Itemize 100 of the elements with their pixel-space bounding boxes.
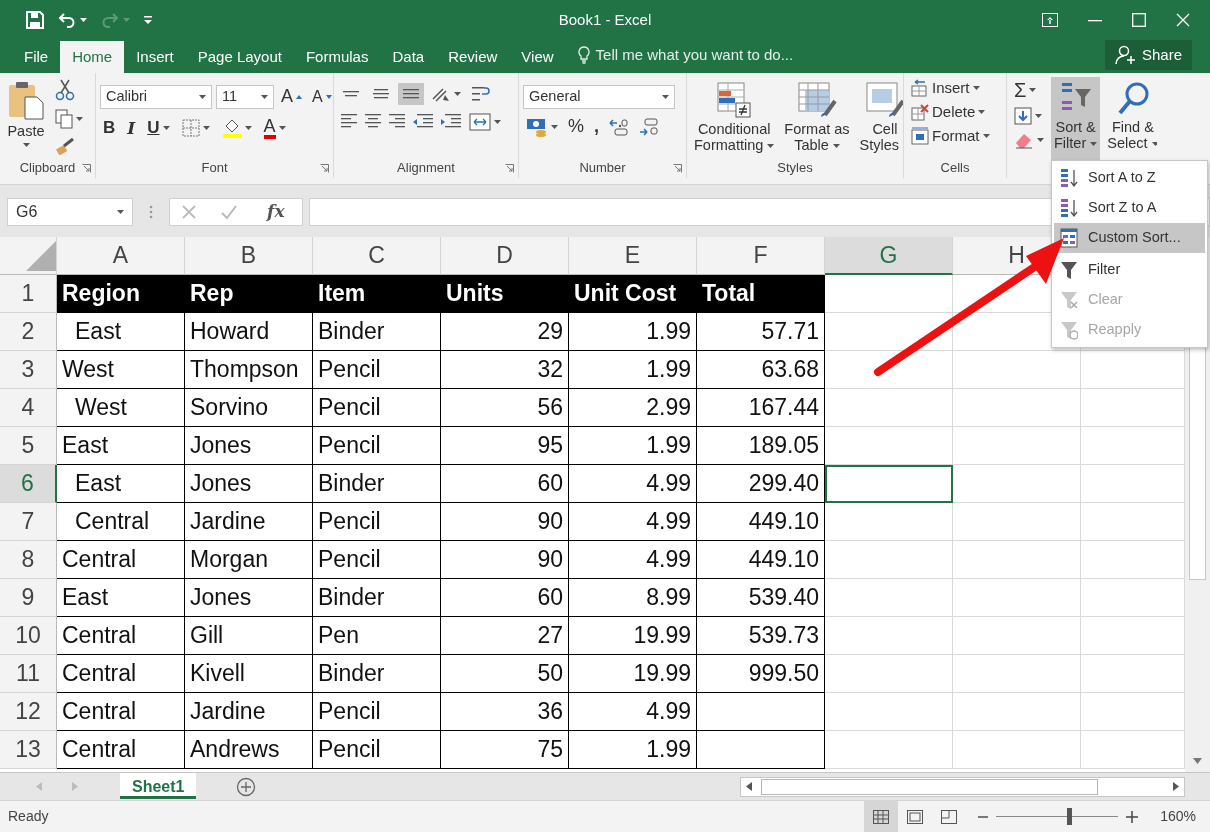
caret-icon[interactable] <box>278 126 286 130</box>
paste-button[interactable]: Paste <box>4 77 48 158</box>
column-header[interactable]: G <box>825 237 953 275</box>
active-cell[interactable] <box>825 465 953 503</box>
row-header[interactable]: 6 <box>0 465 57 503</box>
caret-icon[interactable] <box>76 117 83 121</box>
caret-icon[interactable] <box>551 125 558 129</box>
dialog-launcher-icon[interactable] <box>82 163 91 173</box>
ribbon-tab[interactable]: Insert <box>124 40 186 73</box>
ribbon-tab[interactable]: Formulas <box>293 40 381 73</box>
caret-icon[interactable] <box>832 144 840 149</box>
dialog-launcher-icon[interactable] <box>320 163 329 173</box>
caret-icon[interactable] <box>1151 142 1157 147</box>
ribbon-tab[interactable]: Page Layout <box>185 40 294 73</box>
caret-icon[interactable] <box>22 142 30 147</box>
dialog-launcher-icon[interactable] <box>505 163 514 173</box>
font-color-button[interactable]: A <box>260 115 289 141</box>
caret-icon[interactable] <box>1090 142 1098 147</box>
normal-view-button[interactable] <box>864 801 899 832</box>
conditional-formatting-button[interactable]: Conditional Formatting <box>691 77 778 158</box>
caret-icon[interactable] <box>199 95 206 99</box>
insert-function-button[interactable]: fx <box>261 197 291 226</box>
caret-icon[interactable] <box>1029 88 1037 92</box>
row-header[interactable]: 13 <box>0 731 57 769</box>
merge-cells-button[interactable] <box>466 111 504 133</box>
row-header[interactable]: 12 <box>0 693 57 731</box>
caret-icon[interactable] <box>982 134 990 138</box>
shrink-font-button[interactable]: A <box>309 86 333 108</box>
ribbon-tab[interactable]: View <box>509 40 566 73</box>
row-header[interactable]: 8 <box>0 541 57 579</box>
font-size-field[interactable]: 11 <box>216 85 274 109</box>
slider-thumb[interactable] <box>1067 808 1073 825</box>
caret-icon[interactable] <box>767 144 775 149</box>
dialog-launcher-icon[interactable] <box>673 163 682 173</box>
ribbon-tab[interactable]: Review <box>436 40 510 73</box>
row-header[interactable]: 9 <box>0 579 57 617</box>
maximize-icon[interactable] <box>1132 13 1146 27</box>
row-header[interactable]: 3 <box>0 351 57 389</box>
caret-icon[interactable] <box>662 95 669 99</box>
number-format-field[interactable]: General <box>523 85 675 109</box>
save-icon[interactable] <box>26 11 44 29</box>
caret-icon[interactable] <box>261 95 268 99</box>
column-header[interactable]: F <box>697 237 825 275</box>
italic-button[interactable]: I <box>124 116 139 140</box>
share-button[interactable]: Share <box>1104 39 1192 70</box>
ribbon-tab[interactable]: Home <box>60 40 125 73</box>
row-header[interactable]: 5 <box>0 427 57 465</box>
format-as-table-button[interactable]: Format as Table <box>781 77 853 158</box>
caret-icon[interactable] <box>1037 138 1044 142</box>
row-header[interactable]: 11 <box>0 655 57 693</box>
comma-button[interactable]: , <box>591 115 603 139</box>
scroll-left-icon[interactable] <box>746 782 752 791</box>
column-header[interactable]: C <box>313 237 441 275</box>
scroll-down-icon[interactable] <box>1193 758 1202 764</box>
caret-icon[interactable] <box>454 92 461 96</box>
caret-icon[interactable] <box>978 110 986 114</box>
row-header[interactable]: 7 <box>0 503 57 541</box>
sheet-tab[interactable]: Sheet1 <box>120 773 197 799</box>
zoom-in-icon[interactable] <box>1126 810 1139 823</box>
underline-button[interactable]: U <box>144 116 173 140</box>
customize-icon[interactable] <box>144 16 152 24</box>
font-name-field[interactable]: Calibri <box>100 85 212 109</box>
grow-font-button[interactable]: A <box>278 85 305 109</box>
cell-styles-button[interactable]: Cell Styles <box>856 77 903 158</box>
ribbon-display-icon[interactable] <box>1042 13 1058 27</box>
caret-icon[interactable] <box>162 126 170 130</box>
caret-icon[interactable] <box>117 209 124 214</box>
row-header[interactable]: 1 <box>0 275 57 313</box>
align-lines-button[interactable] <box>398 83 424 105</box>
caret-icon[interactable] <box>972 86 980 90</box>
column-header[interactable]: B <box>185 237 313 275</box>
ribbon-tab[interactable]: Data <box>380 40 437 73</box>
caret-icon[interactable] <box>494 120 501 124</box>
scroll-right-icon[interactable] <box>1173 782 1179 791</box>
caret-icon[interactable] <box>1035 114 1042 118</box>
format-cells-button[interactable]: Format <box>908 125 1002 147</box>
delete-cells-button[interactable]: Delete <box>908 101 1002 123</box>
sort-descending-item[interactable]: Sort Z to A <box>1054 193 1205 223</box>
custom-sort-item[interactable]: Custom Sort... <box>1054 223 1205 253</box>
column-header[interactable]: E <box>569 237 697 275</box>
row-header[interactable]: 4 <box>0 389 57 427</box>
bold-button[interactable]: B <box>100 116 119 140</box>
undo-icon[interactable] <box>58 12 76 28</box>
name-box[interactable]: G6 <box>7 197 133 226</box>
column-header[interactable]: D <box>441 237 569 275</box>
column-header[interactable]: A <box>57 237 185 275</box>
close-icon[interactable] <box>1176 13 1190 27</box>
add-sheet-icon[interactable] <box>236 776 257 797</box>
tell-me-search[interactable]: Tell me what you want to do... <box>595 43 794 66</box>
percent-button[interactable]: % <box>565 115 587 139</box>
zoom-level[interactable]: 160% <box>1160 806 1196 827</box>
row-header[interactable]: 10 <box>0 617 57 655</box>
caret-icon[interactable] <box>80 18 87 22</box>
scrollbar-thumb[interactable] <box>761 778 1098 795</box>
caret-icon[interactable] <box>202 126 210 130</box>
caret-icon[interactable] <box>244 126 252 130</box>
row-header[interactable]: 2 <box>0 313 57 351</box>
ribbon-tab[interactable]: File <box>12 40 61 73</box>
insert-cells-button[interactable]: Insert <box>908 77 1002 99</box>
autosum-button[interactable]: Σ <box>1011 77 1047 103</box>
